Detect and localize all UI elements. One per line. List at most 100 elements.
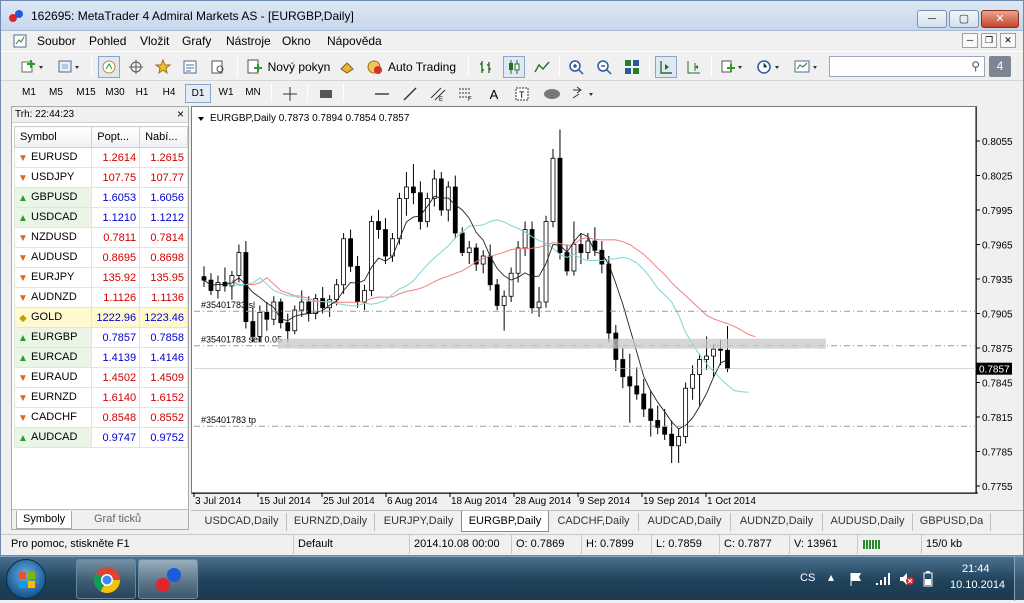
trendline-tool[interactable] (399, 83, 421, 105)
mdi-close-button[interactable]: ✕ (1000, 33, 1016, 48)
text-tool[interactable]: A (483, 83, 505, 105)
symbol-cell[interactable]: ▲ EURCAD (13, 347, 93, 368)
symbol-cell[interactable]: ◆ GOLD (13, 307, 93, 328)
menu-window[interactable]: Okno (282, 34, 311, 48)
profiles-button[interactable] (55, 56, 85, 78)
menu-file[interactable]: Soubor (37, 34, 76, 48)
timeframe-m1[interactable]: M1 (16, 84, 42, 103)
symbol-cell[interactable]: ▲ EURGBP (13, 327, 93, 348)
fibonacci-tool[interactable]: F (455, 83, 477, 105)
table-row[interactable]: ▼ AUDNZD 1.1126 1.1136 (13, 287, 188, 308)
timeframe-m5[interactable]: M5 (43, 84, 69, 103)
tile-windows-button[interactable] (621, 56, 643, 78)
auto-trading-button[interactable]: Auto Trading (363, 56, 459, 78)
show-hidden-icons[interactable]: ▴ (828, 570, 834, 584)
symbol-cell[interactable]: ▼ CADCHF (13, 407, 93, 428)
chart-tab-eurgbp[interactable]: EURGBP,Daily (461, 511, 549, 532)
chart-shift-button[interactable] (683, 56, 705, 78)
timeframe-h1[interactable]: H1 (129, 84, 155, 103)
zoom-in-button[interactable] (565, 56, 587, 78)
price-chart[interactable]: 0.8055 0.8025 0.7995 0.7965 0.7935 0.7905 0.78… (192, 107, 1013, 507)
symbol-cell[interactable]: ▼ NZDUSD (13, 227, 93, 248)
chart-tab-eurnzd[interactable]: EURNZD,Daily (287, 513, 375, 531)
table-row[interactable]: ▲ EURCAD 1.4139 1.4146 (13, 347, 188, 368)
action-center-flag-icon[interactable] (848, 571, 864, 587)
symbol-cell[interactable]: ▲ GBPUSD (13, 187, 93, 208)
language-indicator[interactable]: CS (800, 572, 815, 584)
tab-tick-chart[interactable]: Graf ticků (88, 511, 147, 529)
table-row[interactable]: ▼ AUDUSD 0.8695 0.8698 (13, 247, 188, 268)
mailbox-badge[interactable]: 4 (989, 56, 1011, 77)
timeframe-h4[interactable]: H4 (156, 84, 182, 103)
menu-insert[interactable]: Vložit (140, 34, 169, 48)
symbol-cell[interactable]: ▼ AUDNZD (13, 287, 93, 308)
chart-tab-cadchf[interactable]: CADCHF,Daily (549, 513, 639, 531)
candlestick-chart-button[interactable] (503, 56, 525, 78)
close-icon[interactable]: × (177, 107, 184, 122)
timeframe-d1[interactable]: D1 (185, 84, 211, 103)
table-row[interactable]: ▲ GBPUSD 1.6053 1.6056 (13, 187, 188, 208)
show-desktop-button[interactable] (1014, 557, 1024, 601)
symbol-cell[interactable]: ▲ AUDCAD (13, 427, 93, 448)
menu-tools[interactable]: Nástroje (226, 34, 271, 48)
table-row[interactable]: ▲ USDCAD 1.1210 1.1212 (13, 207, 188, 228)
chart-menu-arrow-icon[interactable] (198, 117, 204, 121)
data-window-button[interactable] (125, 56, 147, 78)
tab-symbols[interactable]: Symboly (16, 511, 73, 529)
timeframe-m15[interactable]: M15 (71, 84, 101, 103)
taskbar-metatrader[interactable] (138, 559, 198, 599)
column-bid[interactable]: Popt... (91, 126, 141, 148)
navigator-button[interactable] (152, 56, 174, 78)
network-signal-icon[interactable] (874, 571, 890, 587)
start-button[interactable] (6, 559, 46, 599)
close-button[interactable]: ✕ (981, 10, 1019, 28)
battery-icon[interactable] (922, 570, 934, 588)
symbol-cell[interactable]: ▼ AUDUSD (13, 247, 93, 268)
periods-button[interactable] (753, 56, 785, 78)
table-row[interactable]: ▼ EURNZD 1.6140 1.6152 (13, 387, 188, 408)
symbol-cell[interactable]: ▼ EURJPY (13, 267, 93, 288)
table-row[interactable]: ▼ USDJPY 107.75 107.77 (13, 167, 188, 188)
table-row[interactable]: ◆ GOLD 1222.96 1223.46 (13, 307, 188, 328)
arrows-tool[interactable] (569, 83, 599, 105)
search-input[interactable]: ⚲ (829, 56, 985, 77)
chart-window[interactable]: 0.8055 0.8025 0.7995 0.7965 0.7935 0.7905 0.78… (191, 106, 1013, 507)
table-row[interactable]: ▼ EURJPY 135.92 135.95 (13, 267, 188, 288)
indicators-button[interactable] (717, 56, 747, 78)
clock-time[interactable]: 21:44 (962, 563, 990, 575)
equidistant-channel-tool[interactable]: E (427, 83, 449, 105)
symbol-cell[interactable]: ▼ EURAUD (13, 367, 93, 388)
table-row[interactable]: ▲ EURGBP 0.7857 0.7858 (13, 327, 188, 348)
mdi-minimize-button[interactable]: ─ (962, 33, 978, 48)
metaeditor-button[interactable] (337, 56, 357, 78)
chart-tab-eurjpy[interactable]: EURJPY,Daily (375, 513, 463, 531)
table-row[interactable]: ▼ EURUSD 1.2614 1.2615 (13, 147, 188, 168)
volume-muted-icon[interactable] (898, 571, 914, 587)
maximize-button[interactable]: ▢ (949, 10, 979, 28)
chart-tab-audnzd[interactable]: AUDNZD,Daily (731, 513, 823, 531)
chart-tab-audusd[interactable]: AUDUSD,Daily (823, 513, 913, 531)
minimize-button[interactable]: ─ (917, 10, 947, 28)
timeframe-m30[interactable]: M30 (100, 84, 130, 103)
timeframe-w1[interactable]: W1 (213, 84, 239, 103)
table-row[interactable]: ▼ NZDUSD 0.7811 0.7814 (13, 227, 188, 248)
new-chart-button[interactable] (17, 56, 47, 78)
mdi-restore-button[interactable]: ❐ (981, 33, 997, 48)
chart-window-icon[interactable] (13, 34, 27, 48)
symbol-cell[interactable]: ▼ USDJPY (13, 167, 93, 188)
symbol-cell[interactable]: ▲ USDCAD (13, 207, 93, 228)
zoom-out-button[interactable] (593, 56, 615, 78)
templates-button[interactable] (791, 56, 823, 78)
chart-tab-audcad[interactable]: AUDCAD,Daily (639, 513, 731, 531)
cursor-tool[interactable] (315, 83, 337, 105)
market-watch-toggle[interactable] (98, 56, 120, 78)
timeframe-mn[interactable]: MN (240, 84, 266, 103)
terminal-button[interactable] (179, 56, 201, 78)
new-order-button[interactable]: Nový pokyn (245, 56, 331, 78)
table-row[interactable]: ▼ EURAUD 1.4502 1.4509 (13, 367, 188, 388)
column-symbol[interactable]: Symbol (13, 126, 93, 148)
clock-date[interactable]: 10.10.2014 (950, 579, 1005, 591)
horizontal-line-tool[interactable] (371, 83, 393, 105)
strategy-tester-button[interactable] (207, 56, 229, 78)
line-chart-button[interactable] (531, 56, 553, 78)
